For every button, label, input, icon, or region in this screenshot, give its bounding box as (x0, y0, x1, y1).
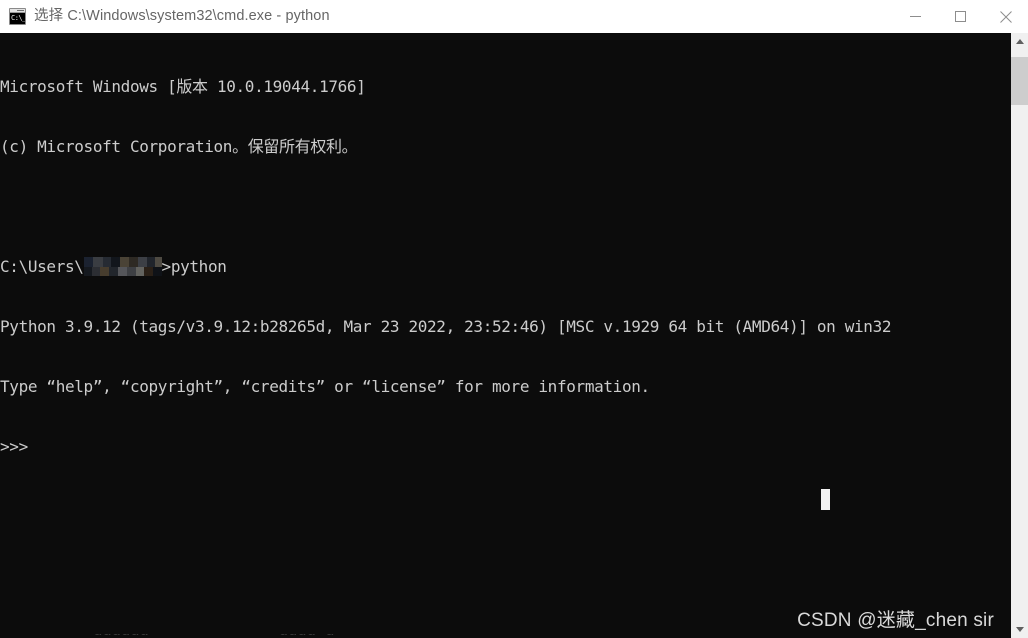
maximize-icon (955, 11, 966, 22)
close-button[interactable] (983, 0, 1028, 33)
title-bar-left: C:\_ 选择 C:\Windows\system32\cmd.exe - py… (0, 0, 893, 33)
console-line-python-version: Python 3.9.12 (tags/v3.9.12:b28265d, Mar… (0, 317, 892, 336)
watermark-label: CSDN @迷藏_chen sir (797, 610, 994, 631)
scroll-down-button[interactable] (1011, 621, 1028, 638)
cmd-exe-icon: C:\_ (9, 8, 26, 25)
title-bar[interactable]: C:\_ 选择 C:\Windows\system32\cmd.exe - py… (0, 0, 1028, 33)
console-text-block: Microsoft Windows [版本 10.0.19044.1766] (… (0, 37, 892, 497)
console-line-python-help: Type “help”, “copyright”, “credits” or “… (0, 377, 650, 396)
console-output-area[interactable]: Microsoft Windows [版本 10.0.19044.1766] (… (0, 33, 1011, 638)
minimize-icon (910, 16, 921, 17)
maximize-button[interactable] (938, 0, 983, 33)
chevron-up-icon (1015, 39, 1024, 44)
cmd-icon-screen-text: C:\_ (10, 13, 25, 24)
redacted-username (83, 257, 162, 276)
prompt-path-prefix: C:\Users\ (0, 257, 84, 276)
vertical-scrollbar[interactable] (1011, 33, 1028, 638)
console-line-windows-version: Microsoft Windows [版本 10.0.19044.1766] (0, 77, 366, 96)
scroll-up-button[interactable] (1011, 33, 1028, 50)
chevron-down-icon (1015, 627, 1024, 632)
text-cursor (821, 489, 830, 510)
close-icon (999, 10, 1012, 23)
cmd-console-window: C:\_ 选择 C:\Windows\system32\cmd.exe - py… (0, 0, 1028, 638)
minimize-button[interactable] (893, 0, 938, 33)
console-line-prompt-command: C:\Users\ >python (0, 257, 891, 277)
scrollbar-thumb[interactable] (1011, 57, 1028, 105)
window-controls (893, 0, 1028, 33)
console-line-python-prompt: >>> (0, 437, 28, 456)
console-line-copyright: (c) Microsoft Corporation。保留所有权利。 (0, 137, 358, 156)
window-title: 选择 C:\Windows\system32\cmd.exe - python (34, 8, 330, 24)
prompt-command-suffix: >python (161, 257, 227, 276)
